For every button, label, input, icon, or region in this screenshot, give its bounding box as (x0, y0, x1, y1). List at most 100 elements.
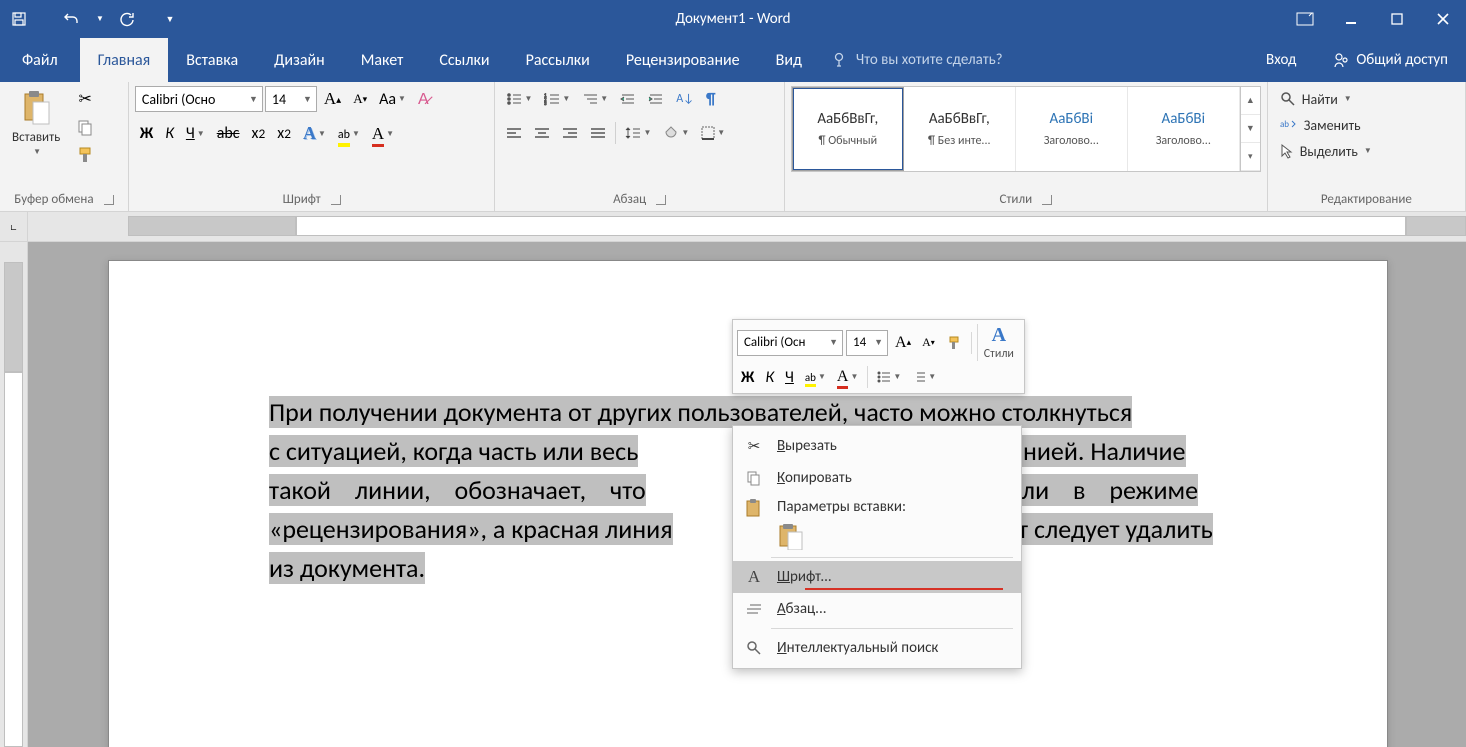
text-effects-button[interactable]: A▼ (298, 120, 331, 147)
cursor-icon (1280, 143, 1294, 159)
paste-split-button[interactable]: Вставить ▼ (6, 86, 66, 159)
increase-indent-button[interactable] (643, 86, 669, 112)
multilevel-list-button[interactable]: ▼ (577, 86, 613, 112)
mini-underline[interactable]: Ч (781, 365, 798, 389)
mini-highlight[interactable]: ab▼ (801, 365, 830, 389)
strikethrough-button[interactable]: abc (212, 121, 245, 147)
borders-button[interactable]: ▼ (696, 120, 730, 146)
mini-font-combo[interactable]: Calibri (Осн▼ (737, 330, 843, 356)
ctx-cut[interactable]: ✂ ВВырезатьырезать (733, 430, 1021, 462)
mini-bold[interactable]: Ж (737, 365, 758, 389)
clipboard-launcher[interactable] (104, 195, 114, 205)
copy-icon (76, 118, 94, 136)
bullets-button[interactable]: ▼ (501, 86, 537, 112)
mini-format-painter[interactable] (942, 331, 966, 355)
search-icon (743, 640, 765, 656)
ribbon-display-options[interactable] (1282, 0, 1328, 38)
numbering-button[interactable]: 123▼ (539, 86, 575, 112)
mini-shrink-font[interactable]: A▾ (918, 331, 939, 355)
change-case-button[interactable]: Aa▼ (374, 86, 411, 112)
copy-button[interactable] (70, 114, 100, 140)
align-left-button[interactable] (501, 120, 527, 146)
style-heading1[interactable]: АаБбВі Заголово... (1016, 87, 1128, 171)
tab-view[interactable]: Вид (758, 38, 820, 82)
style-no-spacing[interactable]: АаБбВвГг, ¶ Без инте... (904, 87, 1016, 171)
highlight-button[interactable]: ab▼ (333, 121, 365, 147)
close-button[interactable] (1420, 0, 1466, 38)
mini-size-combo[interactable]: 14▼ (846, 330, 888, 356)
tab-review[interactable]: Рецензирование (608, 38, 758, 82)
styles-launcher[interactable] (1042, 195, 1052, 205)
ctx-paragraph[interactable]: Абзац... (733, 593, 1021, 625)
replace-button[interactable]: ab Заменить (1274, 112, 1367, 138)
group-font-label: Шрифт (283, 192, 321, 207)
font-name-combo[interactable]: Calibri (Осно▼ (135, 86, 263, 112)
save-button[interactable] (0, 0, 38, 38)
tab-design[interactable]: Дизайн (256, 38, 343, 82)
font-color-button[interactable]: A▼ (367, 121, 399, 147)
tab-references[interactable]: Ссылки (421, 38, 507, 82)
italic-button[interactable]: К (160, 121, 179, 147)
tab-layout[interactable]: Макет (343, 38, 422, 82)
font-launcher[interactable] (331, 195, 341, 205)
paste-option-keep-source[interactable] (777, 522, 906, 550)
shrink-font-button[interactable]: A▾ (348, 86, 372, 112)
horizontal-ruler[interactable]: ∟ (0, 212, 1466, 242)
format-painter-button[interactable] (70, 142, 100, 168)
cut-button[interactable]: ✂ (70, 86, 100, 112)
mini-styles-button[interactable]: A Стили (977, 324, 1020, 361)
maximize-button[interactable] (1374, 0, 1420, 38)
ctx-copy[interactable]: Копировать (733, 462, 1021, 494)
ctx-font[interactable]: A Шрифт... (733, 561, 1021, 593)
mini-numbering[interactable]: ▼ (908, 365, 940, 389)
tab-insert[interactable]: Вставка (168, 38, 256, 82)
mini-bullets[interactable]: ▼ (873, 365, 905, 389)
grow-font-button[interactable]: A▴ (319, 86, 346, 112)
styles-gallery[interactable]: АаБбВвГг, ¶ Обычный АаБбВвГг, ¶ Без инте… (791, 86, 1261, 172)
tab-selector[interactable]: ∟ (0, 212, 28, 241)
select-button[interactable]: Выделить▼ (1274, 138, 1378, 164)
share-button[interactable]: Общий доступ (1314, 51, 1466, 69)
style-heading2[interactable]: АаБбВі Заголово... (1128, 87, 1240, 171)
clipboard-icon (743, 498, 765, 518)
clear-formatting-button[interactable]: A̷ (413, 86, 434, 112)
mini-font-color[interactable]: A▼ (833, 365, 862, 389)
search-icon (1280, 91, 1296, 107)
align-center-button[interactable] (529, 120, 555, 146)
font-size-combo[interactable]: 14▼ (265, 86, 317, 112)
undo-button[interactable] (52, 0, 90, 38)
group-editing: Найти▼ ab Заменить Выделить▼ Редактирова… (1268, 82, 1466, 211)
sort-button[interactable]: A↓ (671, 86, 699, 112)
vertical-ruler[interactable] (0, 242, 28, 747)
mini-grow-font[interactable]: A▴ (891, 331, 915, 355)
gallery-scroll[interactable]: ▲▼▾ (1240, 87, 1260, 171)
shading-button[interactable]: ▼ (658, 120, 694, 146)
undo-dropdown[interactable]: ▼ (90, 0, 108, 38)
subscript-button[interactable]: x2 (247, 121, 271, 147)
ctx-paste-header: Параметры вставки: (733, 494, 1021, 554)
align-right-button[interactable] (557, 120, 583, 146)
underline-button[interactable]: Ч▼ (181, 121, 210, 147)
paragraph-launcher[interactable] (656, 195, 666, 205)
bold-button[interactable]: Ж (135, 121, 158, 147)
minimize-button[interactable] (1328, 0, 1374, 38)
justify-button[interactable] (585, 120, 611, 146)
tab-file[interactable]: Файл (0, 38, 80, 82)
style-normal[interactable]: АаБбВвГг, ¶ Обычный (792, 87, 904, 171)
tab-mailings[interactable]: Рассылки (508, 38, 608, 82)
paste-label: Вставить (12, 130, 60, 145)
group-clipboard: Вставить ▼ ✂ Буфер обмена (0, 82, 129, 211)
mini-italic[interactable]: К (761, 365, 778, 389)
ctx-smart-lookup[interactable]: Интеллектуальный поиск (733, 632, 1021, 664)
line-spacing-button[interactable]: ▼ (620, 120, 656, 146)
decrease-indent-button[interactable] (615, 86, 641, 112)
tell-me-search[interactable]: Что вы хотите сделать? (832, 38, 1003, 82)
find-button[interactable]: Найти▼ (1274, 86, 1358, 112)
qat-customize[interactable]: ▼ (160, 0, 180, 38)
superscript-button[interactable]: x2 (272, 121, 296, 147)
signin-button[interactable]: Вход (1248, 51, 1314, 69)
tab-home[interactable]: Главная (80, 38, 169, 82)
show-marks-button[interactable]: ¶ (701, 86, 721, 112)
redo-button[interactable] (108, 0, 146, 38)
copy-icon (743, 470, 765, 486)
